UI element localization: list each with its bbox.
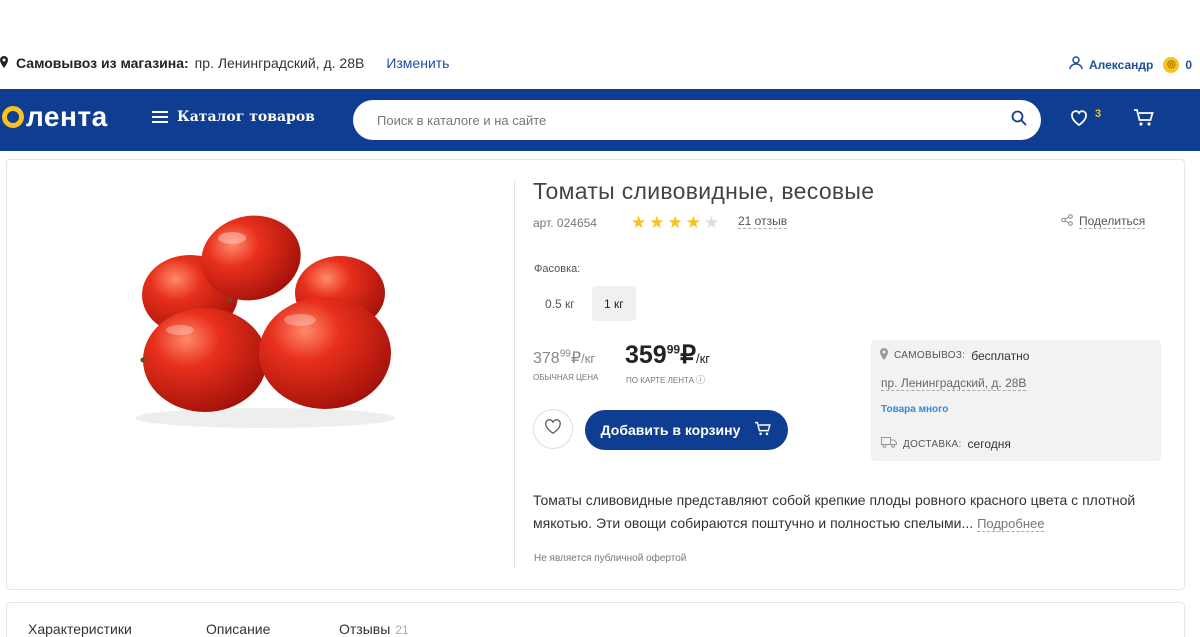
rating-stars: ★ ★ ★ ★ ★ — [631, 214, 719, 231]
regular-price-currency: ₽ — [570, 350, 582, 367]
heart-icon — [544, 418, 562, 440]
pickup-row: САМОВЫВОЗ: бесплатно — [880, 348, 1029, 363]
pickup-caption: САМОВЫВОЗ: — [894, 350, 966, 361]
top-bar: Самовывоз из магазина: пр. Ленинградский… — [0, 0, 1200, 89]
card-price-fraction: 99 — [666, 342, 681, 357]
regular-price-whole: 378 — [533, 350, 560, 367]
regular-price-unit: /кг — [581, 351, 596, 366]
description-text: Томаты сливовидные представляют собой кр… — [533, 492, 1136, 531]
card-price-currency: ₽ — [680, 341, 696, 369]
cart-icon[interactable] — [1133, 108, 1155, 133]
star-filled-icon: ★ — [685, 213, 701, 232]
tab-description[interactable]: Описание — [206, 621, 270, 637]
card-price-unit: /кг — [695, 351, 711, 366]
packaging-option-0-5kg[interactable]: 0.5 кг — [533, 286, 587, 321]
user-menu[interactable]: Александр ◎ 0 — [1069, 56, 1192, 73]
info-icon[interactable]: ⓘ — [696, 375, 705, 385]
logo-mark-icon — [2, 106, 24, 128]
tab-label: Отзывы — [339, 621, 391, 637]
catalog-button[interactable]: Каталог товаров — [152, 109, 315, 125]
star-filled-icon: ★ — [631, 213, 647, 232]
read-more-link[interactable]: Подробнее — [977, 516, 1045, 532]
product-title: Томаты сливовидные, весовые — [533, 178, 875, 204]
share-label: Поделиться — [1079, 214, 1146, 229]
share-icon — [1061, 214, 1073, 229]
location-pin-icon — [880, 348, 888, 363]
pickup-label: Самовывоз из магазина: — [16, 55, 189, 71]
card-divider — [514, 181, 515, 568]
regular-price: 37899₽/кг — [533, 348, 595, 368]
delivery-info-panel: САМОВЫВОЗ: бесплатно пр. Ленинградский, … — [871, 340, 1161, 461]
search-bar — [353, 100, 1041, 140]
delivery-row: ДОСТАВКА: сегодня — [881, 437, 1011, 451]
favorites-icon[interactable] — [1069, 108, 1089, 133]
user-name: Александр — [1088, 57, 1154, 72]
product-image[interactable] — [120, 190, 410, 435]
delivery-caption: ДОСТАВКА: — [903, 438, 962, 450]
regular-price-caption: ОБЫЧНАЯ ЦЕНА — [533, 373, 599, 382]
reviews-link[interactable]: 21 отзыв — [738, 214, 788, 229]
tab-characteristics[interactable]: Характеристики — [28, 621, 132, 637]
regular-price-fraction: 99 — [559, 348, 571, 360]
star-filled-icon: ★ — [667, 213, 683, 232]
delivery-value: сегодня — [967, 437, 1011, 451]
share-button[interactable]: Поделиться — [1061, 214, 1146, 229]
store-address-link[interactable]: пр. Ленинградский, д. 28В — [881, 376, 1027, 391]
card-price: 35999₽/кг — [625, 340, 710, 370]
search-icon[interactable] — [1011, 110, 1027, 131]
packaging-option-1kg[interactable]: 1 кг — [592, 286, 636, 321]
user-icon — [1069, 56, 1083, 73]
truck-icon — [881, 437, 897, 451]
bonus-coin-icon: ◎ — [1163, 56, 1180, 73]
stock-status: Товара много — [881, 404, 949, 415]
pickup-value: бесплатно — [971, 348, 1030, 363]
add-to-cart-button[interactable]: Добавить в корзину — [585, 410, 788, 450]
product-article: арт. 024654 — [533, 216, 597, 230]
card-price-caption-wrap: ПО КАРТЕ ЛЕНТА ⓘ — [626, 373, 705, 386]
logo-text: лента — [26, 101, 108, 132]
pickup-store-info: Самовывоз из магазина: пр. Ленинградский… — [0, 55, 449, 71]
product-description: Томаты сливовидные представляют собой кр… — [533, 489, 1153, 535]
offer-disclaimer: Не является публичной офертой — [534, 553, 687, 564]
tab-reviews-count: 21 — [395, 623, 409, 637]
tab-reviews[interactable]: Отзывы 21 — [339, 621, 409, 637]
packaging-label: Фасовка: — [534, 263, 581, 275]
card-price-caption: ПО КАРТЕ ЛЕНТА — [626, 376, 694, 385]
lenta-logo[interactable]: лента — [2, 101, 108, 133]
cart-icon — [754, 421, 772, 440]
star-empty-icon: ★ — [704, 213, 720, 232]
location-pin-icon — [0, 55, 10, 71]
search-input[interactable] — [377, 112, 1011, 128]
menu-icon — [152, 111, 168, 123]
card-price-whole: 359 — [625, 341, 667, 369]
change-store-link[interactable]: Изменить — [386, 55, 449, 71]
main-header: лента Каталог товаров 3 — [0, 89, 1200, 151]
favorites-count: 3 — [1095, 108, 1102, 120]
pickup-address: пр. Ленинградский, д. 28В — [194, 55, 365, 71]
catalog-label: Каталог товаров — [177, 109, 315, 125]
bonus-points: 0 — [1185, 57, 1192, 72]
add-to-favorites-button[interactable] — [533, 409, 573, 449]
product-tabs: Характеристики Описание Отзывы 21 — [6, 602, 1185, 637]
star-filled-icon: ★ — [649, 213, 665, 232]
tab-label: Характеристики — [28, 621, 132, 637]
add-to-cart-label: Добавить в корзину — [600, 422, 741, 438]
tab-label: Описание — [206, 621, 271, 637]
